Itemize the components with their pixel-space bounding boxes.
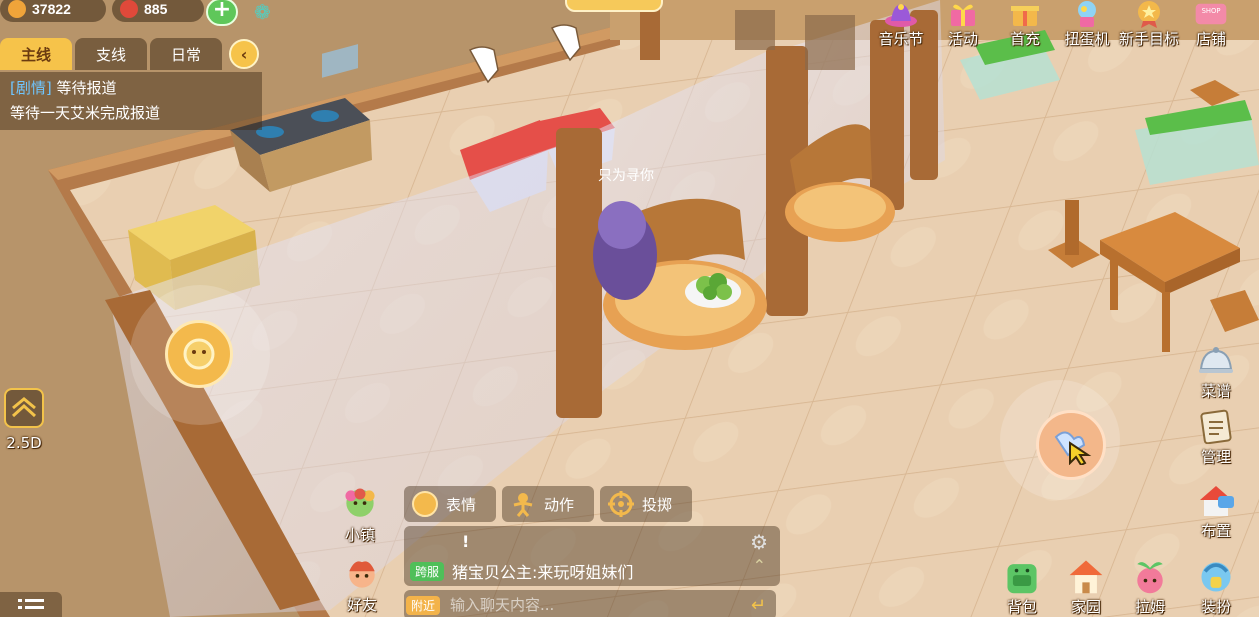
channel-tag: 跨服	[410, 561, 445, 581]
gem-counter[interactable]: 885	[112, 0, 204, 22]
gold-coin-icon	[8, 0, 26, 18]
emote-bar: 表情 动作 投掷	[404, 486, 692, 522]
top-center-tab[interactable]	[565, 0, 663, 12]
throw-button[interactable]: 投掷	[600, 486, 692, 522]
menu-newbie-goals[interactable]: 新手目标	[1119, 0, 1180, 49]
enter-icon[interactable]: ↵	[751, 595, 766, 616]
menu-shop[interactable]: SHOP 店铺	[1183, 0, 1239, 49]
side-label: 布置	[1200, 522, 1231, 540]
player-name-tag: 只为寻你	[598, 168, 654, 184]
tab-main-quest[interactable]: 主线	[0, 38, 72, 70]
chat-alert: !	[462, 532, 470, 551]
friends-button[interactable]: 好友	[342, 554, 382, 615]
cloche-icon	[1196, 340, 1236, 380]
emote-label: 表情	[446, 495, 477, 514]
shop-icon: SHOP	[1194, 0, 1228, 28]
menu-label: 首充	[1009, 30, 1040, 48]
side-label: 装扮	[1200, 598, 1231, 616]
build-button[interactable]: 布置	[1196, 480, 1236, 541]
medal-icon	[1132, 0, 1166, 28]
backpack-button[interactable]: 背包	[1002, 556, 1042, 617]
friend-icon	[342, 554, 382, 594]
tab-daily-quest[interactable]: 日常	[150, 38, 222, 70]
quest-title-row: [剧情] 等待报道	[10, 76, 252, 101]
chat-input-row: 附近 ↵	[404, 590, 776, 617]
recipe-button[interactable]: 菜谱	[1196, 340, 1236, 401]
gacha-icon	[1070, 0, 1104, 28]
camera-icon	[4, 388, 44, 428]
backpack-icon	[1002, 556, 1042, 596]
menu-label: 新手目标	[1119, 30, 1180, 48]
side-label: 菜谱	[1200, 382, 1231, 400]
side-label: 好友	[346, 596, 377, 614]
town-button[interactable]: 小镇	[340, 484, 380, 545]
tab-side-quest[interactable]: 支线	[75, 38, 147, 70]
menu-first-recharge[interactable]: 首充	[997, 0, 1053, 49]
hat-icon	[884, 0, 918, 28]
pose-icon	[513, 493, 533, 517]
menu-label: 活动	[947, 30, 978, 48]
chat-message: 跨服 猪宝贝公主:来玩呀姐妹们	[410, 559, 633, 583]
menu-label: 扭蛋机	[1064, 30, 1110, 48]
view-mode-label: 2.5D	[6, 434, 42, 452]
quest-tracker[interactable]: [剧情] 等待报道 等待一天艾米完成报道	[0, 72, 262, 130]
target-icon	[608, 491, 634, 517]
side-label: 拉姆	[1134, 598, 1165, 616]
menu-label: 店铺	[1195, 30, 1226, 48]
emote-label: 动作	[544, 495, 575, 514]
side-label: 背包	[1006, 598, 1037, 616]
move-joystick[interactable]	[130, 285, 270, 425]
ribbon-icon[interactable]: ❁	[254, 0, 271, 24]
menu-gacha[interactable]: 扭蛋机	[1059, 0, 1115, 49]
quest-detail: 等待一天艾米完成报道	[10, 104, 161, 122]
side-label: 家园	[1070, 598, 1101, 616]
emote-button[interactable]: 表情	[404, 486, 496, 522]
shop-sign-text: SHOP	[1202, 7, 1221, 15]
menu-list-icon	[18, 599, 44, 609]
gift-icon	[946, 0, 980, 28]
face-icon	[412, 491, 438, 517]
home-icon	[1066, 556, 1106, 596]
town-icon	[340, 484, 380, 524]
manage-button[interactable]: 管理	[1196, 406, 1236, 467]
side-label: 管理	[1200, 448, 1231, 466]
dressup-icon	[1196, 556, 1236, 596]
interact-button[interactable]	[1036, 410, 1106, 480]
gift-box-icon	[1008, 0, 1042, 28]
main-menu-button[interactable]	[0, 592, 62, 617]
quest-tabs: 主线 支线 日常 ‹	[0, 38, 259, 70]
emote-label: 投掷	[642, 495, 673, 514]
joystick-knob[interactable]	[165, 320, 233, 388]
build-icon	[1196, 480, 1236, 520]
gem-amount: 885	[144, 1, 168, 17]
side-label: 小镇	[344, 526, 375, 544]
quest-title: 等待报道	[56, 79, 117, 97]
add-currency-button[interactable]: +	[206, 0, 238, 26]
menu-events[interactable]: 活动	[935, 0, 991, 49]
gear-icon[interactable]: ⚙	[750, 530, 768, 554]
chat-panel[interactable]: ! ⚙ ⌃ 跨服 猪宝贝公主:来玩呀姐妹们	[404, 526, 780, 586]
view-mode-button[interactable]: 2.5D	[4, 388, 44, 452]
home-button[interactable]: 家园	[1066, 556, 1106, 617]
action-button-area[interactable]	[1000, 380, 1120, 500]
menu-music-festival[interactable]: 音乐节	[873, 0, 929, 49]
chat-message-text: 猪宝贝公主:来玩呀姐妹们	[452, 563, 634, 582]
chat-input[interactable]	[450, 596, 731, 614]
clipboard-icon	[1196, 406, 1236, 446]
menu-label: 音乐节	[878, 30, 924, 48]
chevron-up-icon[interactable]: ⌃	[753, 556, 766, 575]
gold-amount: 37822	[32, 1, 71, 17]
gold-counter[interactable]: 37822	[0, 0, 106, 22]
chat-channel-selector[interactable]: 附近	[406, 595, 441, 615]
chevron-left-icon[interactable]: ‹	[229, 39, 259, 69]
gem-icon	[120, 0, 138, 18]
top-menu: 音乐节 活动 首充 扭蛋机 新手目标 SHOP 店铺	[873, 0, 1239, 49]
pose-button[interactable]: 动作	[502, 486, 594, 522]
lamu-icon	[1130, 556, 1170, 596]
dressup-button[interactable]: 装扮	[1196, 556, 1236, 617]
quest-tag: [剧情]	[10, 79, 52, 97]
lamu-button[interactable]: 拉姆	[1130, 556, 1170, 617]
